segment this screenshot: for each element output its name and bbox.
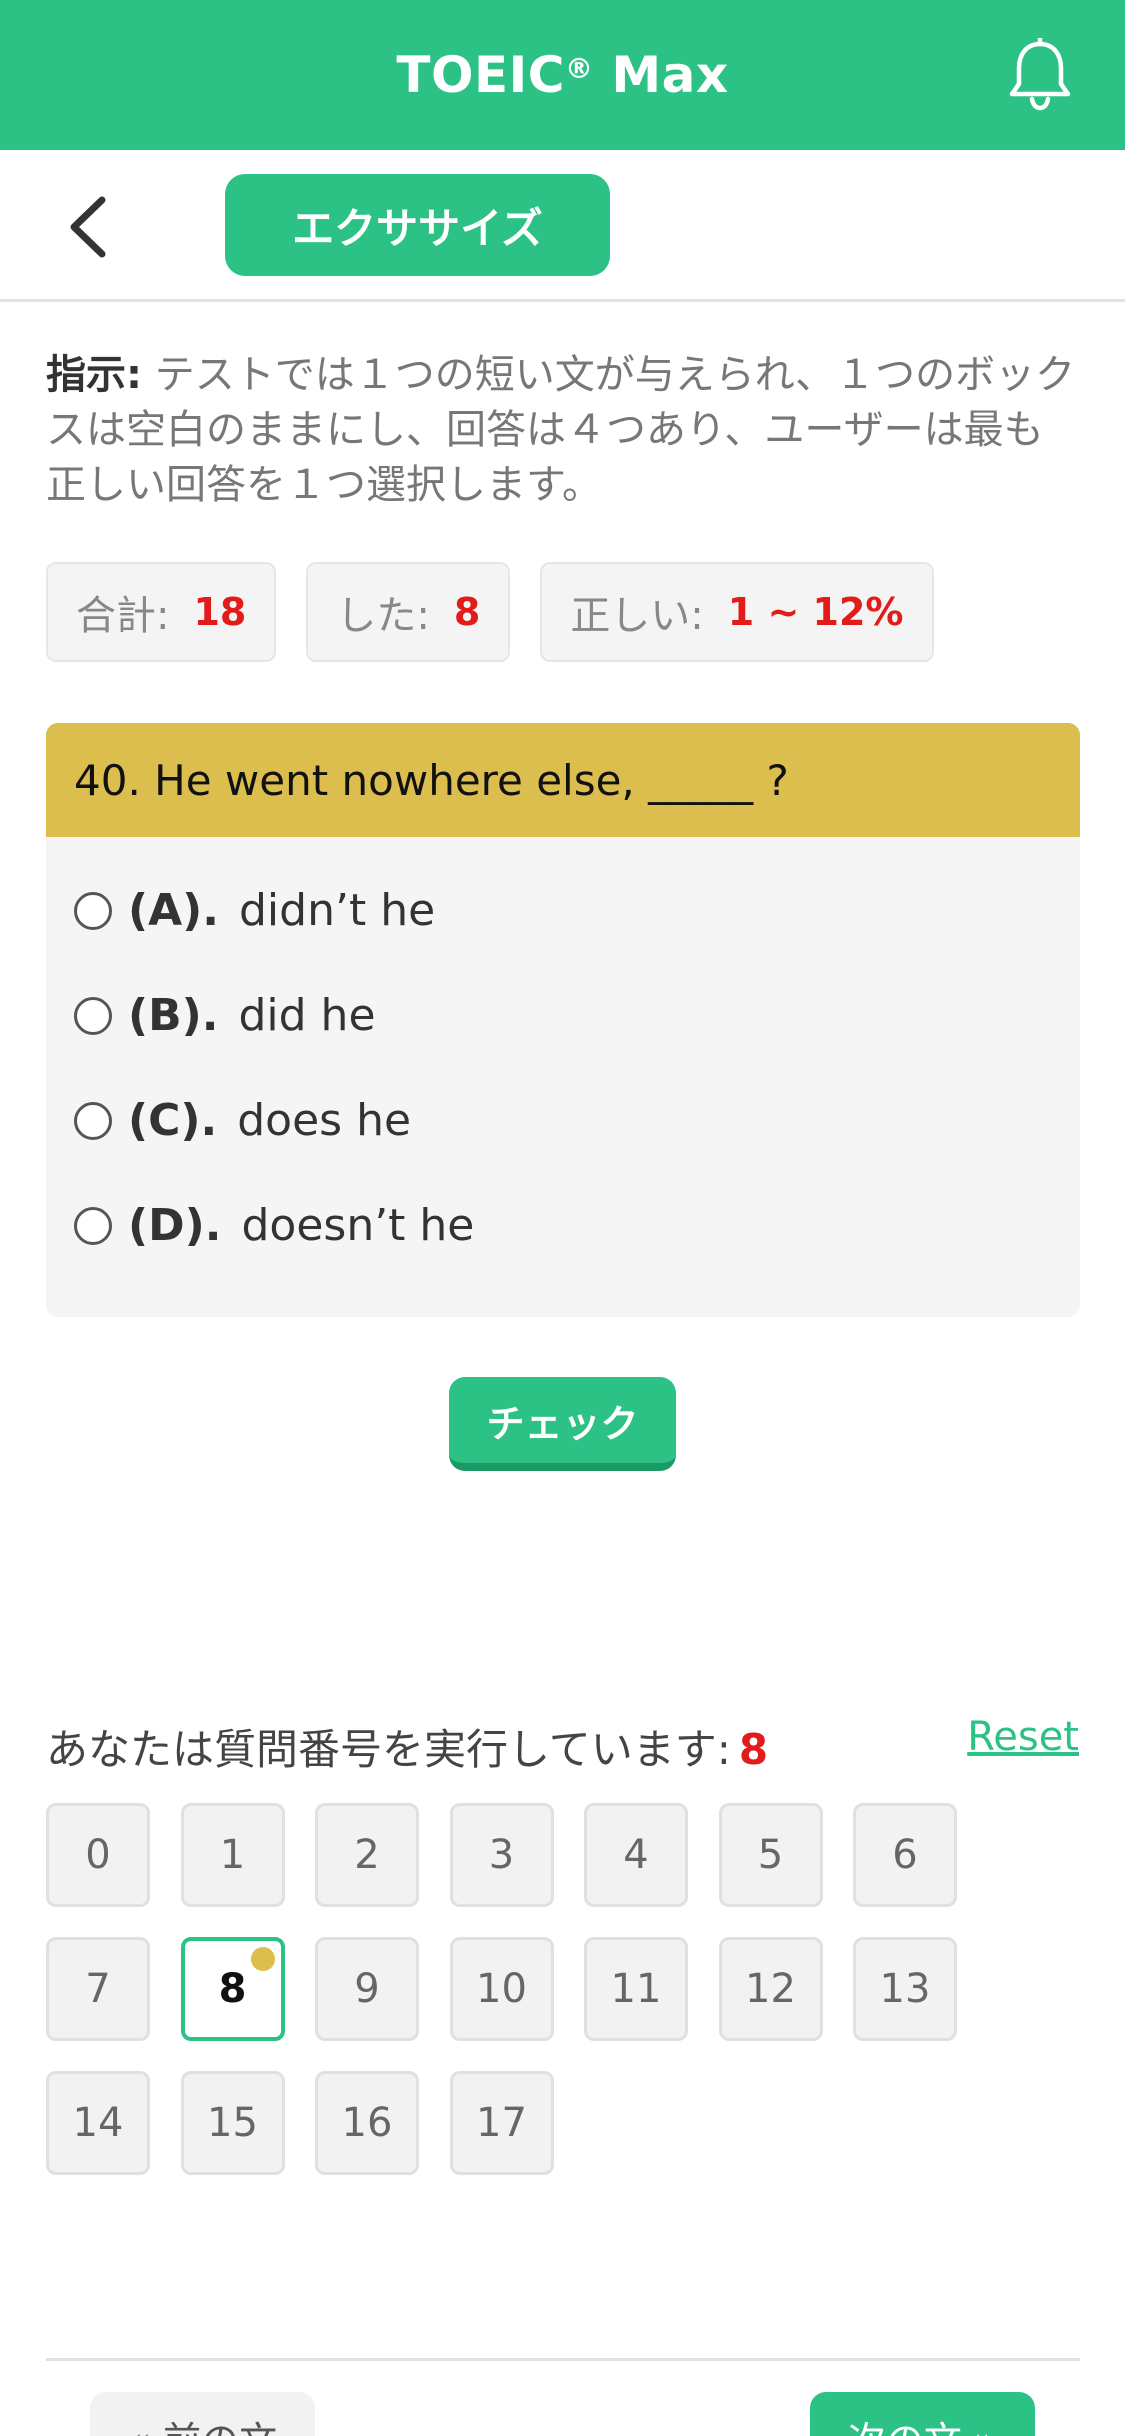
question-number-label: 10	[476, 1966, 527, 2012]
option-b[interactable]: (B). did he	[74, 990, 376, 1041]
instructions-text: テストでは１つの短い文が与えられ、１つのボックスは空白のままにし、回答は４つあり…	[46, 352, 1076, 508]
stats-row: 合計: 18 した: 8 正しい: 1 ~ 12%	[46, 562, 934, 662]
progress-status: あなたは質問番号を実行しています: 8	[46, 1716, 768, 1777]
stat-done-label: した:	[336, 593, 430, 639]
question-number-cell[interactable]: 10	[449, 1937, 554, 2041]
question-number-label: 16	[341, 2100, 393, 2146]
option-text: doesn’t he	[241, 1200, 475, 1251]
stat-done: した: 8	[306, 562, 511, 662]
question-text: 40. He went nowhere else, _____ ?	[46, 723, 1080, 837]
progress-current: 8	[738, 1725, 769, 1774]
question-number-cell[interactable]: 6	[853, 1803, 957, 1907]
question-number-cell[interactable]: 14	[46, 2071, 150, 2175]
option-letter: (A).	[128, 885, 219, 936]
question-number-label: 9	[354, 1966, 380, 2012]
question-number-label: 6	[892, 1832, 918, 1878]
current-indicator-dot	[250, 1947, 275, 1971]
question-number-cell[interactable]: 12	[718, 1937, 823, 2041]
chevron-left-icon[interactable]	[62, 192, 118, 262]
divider	[46, 2358, 1080, 2361]
app-header: TOEIC® Max	[0, 0, 1125, 150]
option-text: didn’t he	[239, 885, 436, 936]
question-number-cell[interactable]: 5	[718, 1803, 823, 1907]
option-letter: (D).	[128, 1200, 222, 1251]
question-number-cell[interactable]: 0	[46, 1803, 150, 1907]
radio-button[interactable]	[74, 1206, 112, 1245]
option-letter: (C).	[128, 1095, 218, 1146]
app-title-suffix: Max	[593, 46, 729, 104]
radio-button[interactable]	[74, 1101, 112, 1140]
stat-correct: 正しい: 1 ~ 12%	[540, 562, 934, 662]
option-letter: (B).	[128, 990, 219, 1041]
question-number-label: 7	[85, 1966, 111, 2012]
stat-done-value: 8	[453, 590, 481, 634]
stat-total-value: 18	[193, 590, 247, 634]
question-number-label: 3	[488, 1832, 515, 1878]
instructions-label: 指示:	[46, 352, 142, 398]
question-number-cell[interactable]: 3	[449, 1803, 554, 1907]
question-number-label: 5	[757, 1832, 784, 1878]
stat-correct-label: 正しい:	[570, 593, 704, 639]
option-d[interactable]: (D). doesn’t he	[74, 1200, 474, 1251]
question-number-label: 0	[85, 1832, 111, 1878]
option-a[interactable]: (A). didn’t he	[74, 885, 435, 936]
question-number-cell[interactable]: 13	[853, 1937, 957, 2041]
progress-label: あなたは質問番号を実行しています:	[46, 1725, 731, 1774]
question-number-label: 2	[354, 1832, 380, 1878]
reset-link[interactable]: Reset	[967, 1714, 1079, 1760]
question-number-label: 4	[623, 1832, 649, 1878]
option-text: does he	[237, 1095, 412, 1146]
question-number-label: 14	[72, 2100, 124, 2146]
question-card: 40. He went nowhere else, _____ ? (A). d…	[46, 723, 1080, 1317]
app-title: TOEIC® Max	[396, 46, 728, 104]
stat-total-label: 合計:	[76, 593, 170, 639]
question-number-label: 1	[219, 1832, 246, 1878]
tab-exercise[interactable]: エクササイズ	[225, 174, 610, 276]
prev-sentence-button[interactable]: « 前の文	[90, 2392, 315, 2436]
stat-correct-value: 1 ~ 12%	[727, 590, 904, 634]
radio-button[interactable]	[74, 891, 112, 930]
question-number-cell[interactable]: 17	[449, 2071, 554, 2175]
question-number-cell[interactable]: 15	[180, 2071, 285, 2175]
question-number-label: 15	[207, 2100, 258, 2146]
question-number-cell[interactable]: 8	[180, 1937, 285, 2041]
bell-icon[interactable]	[1005, 38, 1075, 112]
question-number-cell[interactable]: 16	[315, 2071, 419, 2175]
question-number-label: 12	[745, 1966, 796, 2012]
question-number-cell[interactable]: 1	[180, 1803, 285, 1907]
option-c[interactable]: (C). does he	[74, 1095, 411, 1146]
registered-mark: ®	[564, 52, 594, 85]
question-number-cell[interactable]: 9	[315, 1937, 419, 2041]
next-sentence-button[interactable]: 次の文 »	[810, 2392, 1035, 2436]
app-title-text: TOEIC	[396, 46, 565, 104]
question-number-cell[interactable]: 2	[315, 1803, 419, 1907]
question-number-cell[interactable]: 4	[584, 1803, 688, 1907]
question-number-cell[interactable]: 11	[584, 1937, 688, 2041]
question-number-label: 13	[879, 1966, 931, 2012]
check-button[interactable]: チェック	[449, 1377, 676, 1471]
radio-button[interactable]	[74, 996, 112, 1035]
stat-total: 合計: 18	[46, 562, 277, 662]
question-number-label: 8	[218, 1966, 247, 2012]
question-number-label: 17	[476, 2100, 527, 2146]
instructions: 指示: テストでは１つの短い文が与えられ、１つのボックスは空白のままにし、回答は…	[46, 348, 1076, 513]
option-text: did he	[238, 990, 376, 1041]
question-number-label: 11	[610, 1966, 662, 2012]
sub-header: エクササイズ	[0, 150, 1125, 302]
question-number-cell[interactable]: 7	[46, 1937, 150, 2041]
